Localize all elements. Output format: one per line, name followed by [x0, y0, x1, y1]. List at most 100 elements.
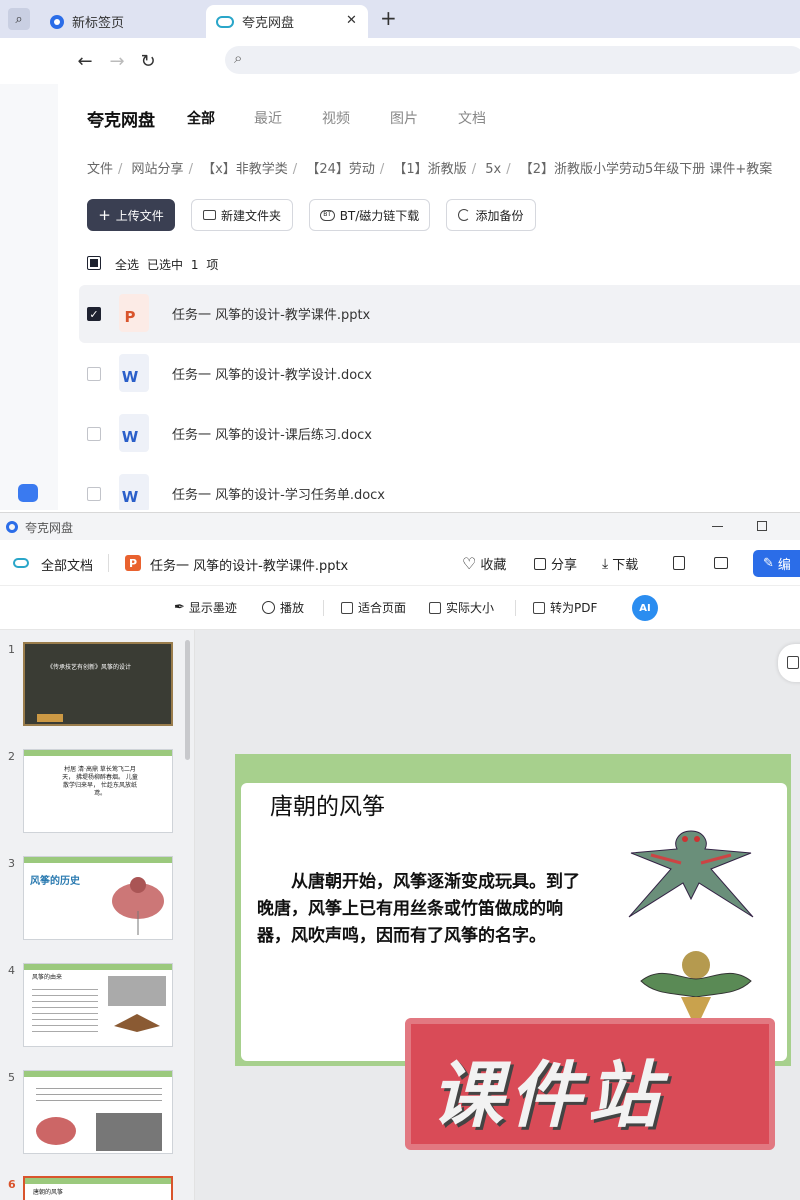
- file-row[interactable]: W 任务一 风筝的设计-教学设计.docx: [79, 345, 800, 403]
- slide-thumbnail[interactable]: 风筝的由来: [23, 963, 173, 1047]
- bt-download-button[interactable]: BT BT/磁力链下载: [309, 199, 430, 231]
- thumbnail-scrollbar[interactable]: [185, 640, 190, 760]
- breadcrumb-item[interactable]: 【x】非教学类: [202, 162, 288, 177]
- divider: [108, 554, 109, 572]
- file-badge: P: [124, 308, 136, 326]
- breadcrumb-item[interactable]: 【1】浙教版: [393, 162, 466, 177]
- play-button[interactable]: 播放: [262, 599, 304, 616]
- play-label: 播放: [280, 601, 305, 615]
- add-backup-button[interactable]: 添加备份: [446, 199, 536, 231]
- reload-icon[interactable]: ↻: [135, 48, 161, 74]
- download-button[interactable]: ⤓ 下载: [602, 554, 638, 574]
- nav-tab-doc[interactable]: 文档: [458, 108, 486, 128]
- thumbnail-number: 1: [8, 643, 15, 656]
- file-row[interactable]: W 任务一 风筝的设计-课后练习.docx: [79, 405, 800, 463]
- nav-tab-recent[interactable]: 最近: [254, 108, 282, 128]
- assistant-robot-icon[interactable]: [18, 484, 38, 502]
- breadcrumb-item[interactable]: 网站分享: [132, 162, 184, 177]
- breadcrumb: 文件 / 网站分享 / 【x】非教学类 / 【24】劳动 / 【1】浙教版/ 5x / 【…: [87, 162, 773, 177]
- tab-close-icon[interactable]: ✕: [346, 13, 357, 28]
- nav-tab-video[interactable]: 视频: [322, 108, 350, 128]
- tab-quark-drive[interactable]: 夸克网盘 ✕: [206, 5, 368, 38]
- kite-image-icon: [36, 1113, 162, 1151]
- new-folder-label: 新建文件夹: [220, 208, 281, 223]
- breadcrumb-item[interactable]: 【2】浙教版小学劳动5年级下册 课件+教案: [520, 162, 773, 177]
- docx-file-icon: W: [119, 474, 149, 510]
- slide-body: 从唐朝开始，风筝逐渐变成玩具。到了晚唐，风筝上已有用丝条或竹笛做成的响器，风吹声…: [257, 872, 580, 946]
- fit-page-label: 适合页面: [358, 601, 407, 615]
- pptx-file-icon: P: [125, 555, 141, 571]
- file-row[interactable]: W 任务一 风筝的设计-学习任务单.docx: [79, 465, 800, 510]
- file-name[interactable]: 任务一 风筝的设计-课后练习.docx: [172, 424, 372, 443]
- pdf-icon: [533, 601, 545, 614]
- pencil-icon: ✎: [763, 556, 774, 571]
- sync-icon: [458, 209, 471, 221]
- slide-thumbnail[interactable]: [23, 1070, 173, 1154]
- favorite-label: 收藏: [480, 558, 507, 573]
- show-ink-button[interactable]: ✒ 显示墨迹: [174, 599, 237, 616]
- select-all-checkbox[interactable]: [87, 256, 101, 270]
- slide-thumbnail[interactable]: 村居 清·高鼎 草长莺飞二月天， 拂堤杨柳醉春烟。 儿童散学归来早， 忙趁东风放…: [23, 749, 173, 833]
- fit-page-icon: [341, 601, 353, 614]
- thumbnail-text: 《传承技艺有创新》风筝的设计: [47, 664, 132, 671]
- file-name[interactable]: 任务一 风筝的设计-学习任务单.docx: [172, 484, 385, 503]
- file-name[interactable]: 任务一 风筝的设计-教学课件.pptx: [172, 304, 370, 323]
- breadcrumb-item[interactable]: 5x: [485, 162, 501, 177]
- share-button[interactable]: 分享: [534, 554, 577, 573]
- breadcrumb-item[interactable]: 文件: [87, 162, 113, 177]
- viewer-header: 全部文档 P 任务一 风筝的设计-教学课件.pptx ♡ 收藏 分享 ⤓ 下载 …: [0, 540, 800, 586]
- row-checkbox[interactable]: [87, 487, 101, 501]
- tab-label: 新标签页: [72, 16, 125, 31]
- favorite-button[interactable]: ♡ 收藏: [462, 554, 506, 573]
- row-checkbox[interactable]: ✓: [87, 307, 101, 321]
- nav-tab-all[interactable]: 全部: [187, 108, 215, 128]
- file-badge: W: [121, 488, 139, 506]
- maximize-icon[interactable]: [757, 521, 767, 531]
- new-tab-icon[interactable]: +: [380, 6, 397, 30]
- tab-search-icon[interactable]: ⌕: [8, 8, 30, 30]
- file-badge: W: [121, 428, 139, 446]
- back-arrow-icon[interactable]: ←: [72, 48, 98, 74]
- row-checkbox[interactable]: [87, 427, 101, 441]
- upload-button[interactable]: + 上传文件: [87, 199, 175, 231]
- export-icon[interactable]: [673, 556, 685, 570]
- thumbnail-header-bar: [24, 857, 172, 863]
- indeterminate-mark: [90, 259, 98, 267]
- edit-button[interactable]: ✎ 编: [753, 550, 800, 577]
- thumbnail-header-bar: [24, 750, 172, 756]
- thumbnail-number: 5: [8, 1071, 15, 1084]
- row-checkbox[interactable]: [87, 367, 101, 381]
- file-row[interactable]: ✓ P 任务一 风筝的设计-教学课件.pptx: [79, 285, 800, 343]
- thumbnail-number: 3: [8, 857, 15, 870]
- thumbnail-text: 风筝的历史: [30, 876, 80, 887]
- slide-thumbnail[interactable]: 《传承技艺有创新》风筝的设计: [23, 642, 173, 726]
- side-panel-toggle[interactable]: [778, 644, 800, 682]
- feedback-icon[interactable]: [714, 557, 728, 569]
- viewer-file-name: 任务一 风筝的设计-教学课件.pptx: [150, 559, 349, 574]
- actual-size-button[interactable]: 实际大小: [429, 599, 494, 616]
- to-pdf-label: 转为PDF: [550, 601, 598, 615]
- ai-assistant-button[interactable]: AI: [632, 595, 658, 621]
- tab-new-tab[interactable]: 新标签页: [50, 5, 200, 38]
- slide-thumbnail[interactable]: 风筝的历史: [23, 856, 173, 940]
- nav-tab-image[interactable]: 图片: [390, 108, 418, 128]
- slide-title: 唐朝的风筝: [270, 794, 385, 820]
- slide-thumbnail-active[interactable]: 唐朝的风筝: [23, 1176, 173, 1200]
- url-input[interactable]: ⌕: [225, 46, 800, 74]
- forward-arrow-icon[interactable]: →: [104, 48, 130, 74]
- heart-icon: ♡: [462, 554, 477, 573]
- minimize-icon[interactable]: [712, 526, 723, 527]
- edit-label: 编: [777, 558, 791, 573]
- select-all-label[interactable]: 全选: [115, 256, 139, 273]
- address-bar-row: ← → ↻ ⌕: [0, 38, 800, 84]
- browser-tab-bar: ⌕ 新标签页 夸克网盘 ✕ +: [0, 0, 800, 38]
- new-folder-button[interactable]: 新建文件夹: [191, 199, 293, 231]
- to-pdf-button[interactable]: 转为PDF: [533, 599, 597, 616]
- watermark-text: 课件站: [431, 1053, 666, 1137]
- folder-plus-icon: [202, 210, 216, 220]
- fit-page-button[interactable]: 适合页面: [341, 599, 406, 616]
- file-name[interactable]: 任务一 风筝的设计-教学设计.docx: [172, 364, 372, 383]
- all-docs-link[interactable]: 全部文档: [41, 555, 93, 574]
- breadcrumb-item[interactable]: 【24】劳动: [306, 162, 375, 177]
- docx-file-icon: W: [119, 414, 149, 452]
